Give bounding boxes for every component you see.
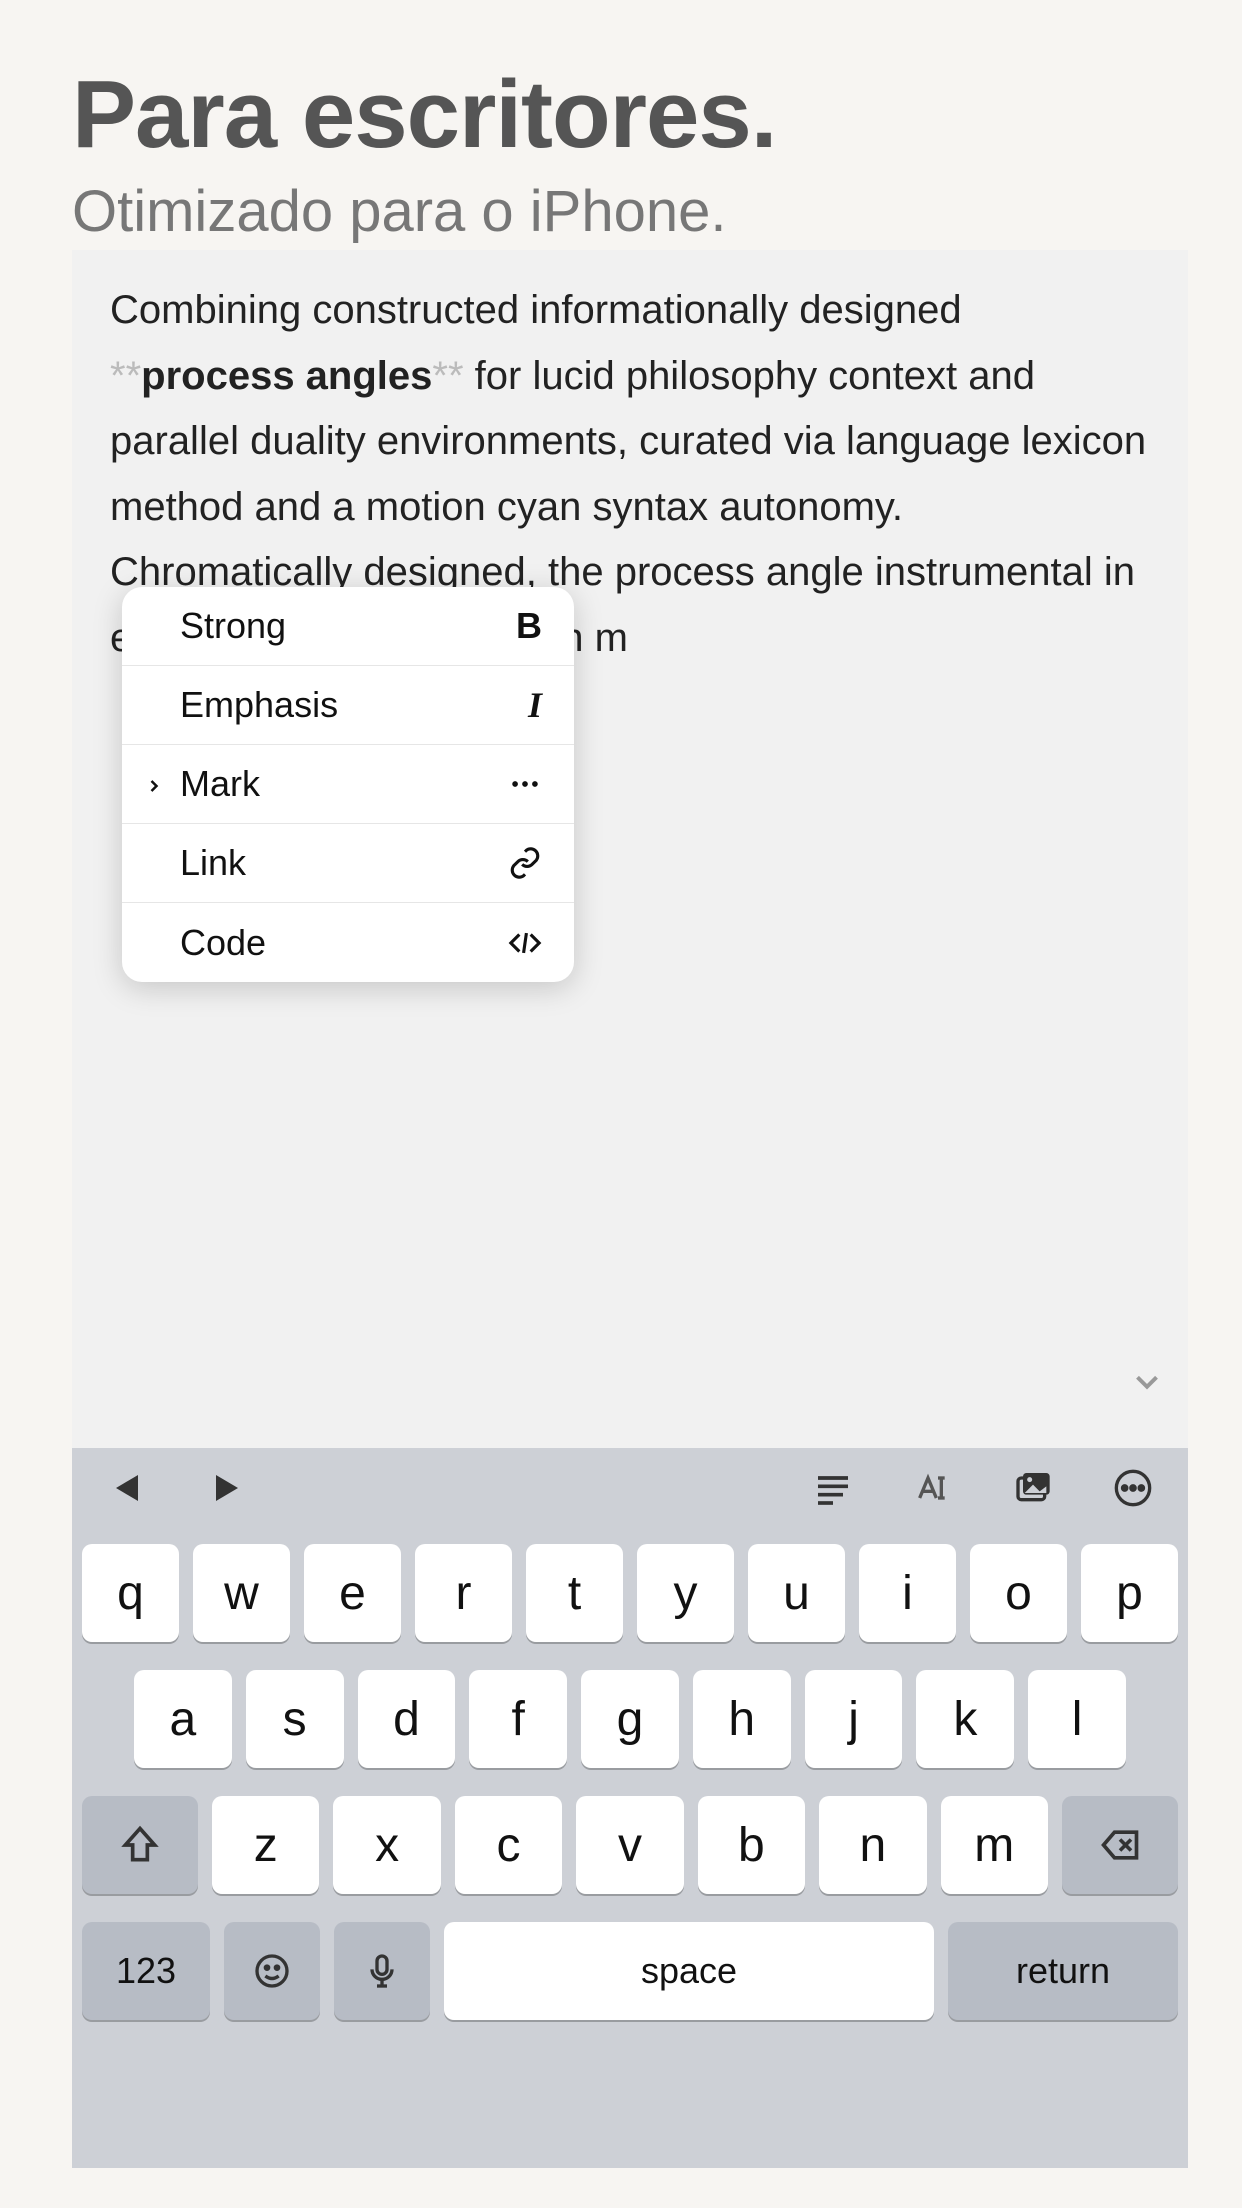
keyboard-row-1: q w e r t y u i o p <box>82 1544 1178 1642</box>
format-strong[interactable]: Strong B <box>122 587 574 666</box>
page-subtitle: Otimizado para o iPhone. <box>72 178 1170 245</box>
key-d[interactable]: d <box>358 1670 456 1768</box>
key-emoji[interactable] <box>224 1922 320 2020</box>
code-icon <box>508 926 542 960</box>
italic-icon: I <box>528 684 542 726</box>
keyboard-row-2: a s d f g h j k l <box>82 1670 1178 1768</box>
more-button[interactable] <box>1108 1463 1158 1513</box>
key-z[interactable]: z <box>212 1796 319 1894</box>
key-g[interactable]: g <box>581 1670 679 1768</box>
format-code[interactable]: Code <box>122 903 574 982</box>
key-m[interactable]: m <box>941 1796 1048 1894</box>
format-popup: Strong B Emphasis I Mark Link Code <box>122 587 574 982</box>
key-o[interactable]: o <box>970 1544 1067 1642</box>
key-h[interactable]: h <box>693 1670 791 1768</box>
key-n[interactable]: n <box>819 1796 926 1894</box>
key-i[interactable]: i <box>859 1544 956 1642</box>
keyboard: q w e r t y u i o p a s d f g h j k l z … <box>72 1528 1188 2168</box>
key-p[interactable]: p <box>1081 1544 1178 1642</box>
format-label: Mark <box>180 763 508 805</box>
markdown-marker: ** <box>432 354 463 398</box>
text-format-button[interactable] <box>908 1463 958 1513</box>
key-l[interactable]: l <box>1028 1670 1126 1768</box>
format-link[interactable]: Link <box>122 824 574 903</box>
text-segment: Combining constructed informationally de… <box>110 288 962 332</box>
paragraph-button[interactable] <box>808 1463 858 1513</box>
key-j[interactable]: j <box>805 1670 903 1768</box>
key-q[interactable]: q <box>82 1544 179 1642</box>
editor-toolbar <box>72 1448 1188 1528</box>
undo-button[interactable] <box>102 1463 152 1513</box>
key-w[interactable]: w <box>193 1544 290 1642</box>
format-label: Emphasis <box>180 684 528 726</box>
format-mark[interactable]: Mark <box>122 745 574 824</box>
attachment-button[interactable] <box>1008 1463 1058 1513</box>
key-r[interactable]: r <box>415 1544 512 1642</box>
key-c[interactable]: c <box>455 1796 562 1894</box>
bold-text: process angles <box>141 354 432 398</box>
key-f[interactable]: f <box>469 1670 567 1768</box>
key-b[interactable]: b <box>698 1796 805 1894</box>
format-label: Code <box>180 922 508 964</box>
key-t[interactable]: t <box>526 1544 623 1642</box>
key-e[interactable]: e <box>304 1544 401 1642</box>
key-x[interactable]: x <box>333 1796 440 1894</box>
key-numbers[interactable]: 123 <box>82 1922 210 2020</box>
format-emphasis[interactable]: Emphasis I <box>122 666 574 745</box>
key-v[interactable]: v <box>576 1796 683 1894</box>
markdown-marker: ** <box>110 354 141 398</box>
key-y[interactable]: y <box>637 1544 734 1642</box>
key-backspace[interactable] <box>1062 1796 1178 1894</box>
key-k[interactable]: k <box>916 1670 1014 1768</box>
format-label: Link <box>180 842 508 884</box>
key-s[interactable]: s <box>246 1670 344 1768</box>
more-icon <box>508 767 542 801</box>
key-mic[interactable] <box>334 1922 430 2020</box>
chevron-right-icon <box>144 763 164 805</box>
redo-button[interactable] <box>202 1463 252 1513</box>
key-a[interactable]: a <box>134 1670 232 1768</box>
format-label: Strong <box>180 605 516 647</box>
link-icon <box>508 846 542 880</box>
scroll-down-icon[interactable] <box>1128 1363 1166 1406</box>
key-space[interactable]: space <box>444 1922 934 2020</box>
bold-icon: B <box>516 605 542 647</box>
key-return[interactable]: return <box>948 1922 1178 2020</box>
keyboard-row-3: z x c v b n m <box>82 1796 1178 1894</box>
keyboard-row-4: 123 space return <box>82 1922 1178 2020</box>
key-shift[interactable] <box>82 1796 198 1894</box>
key-u[interactable]: u <box>748 1544 845 1642</box>
page-title: Para escritores. <box>72 60 1170 170</box>
